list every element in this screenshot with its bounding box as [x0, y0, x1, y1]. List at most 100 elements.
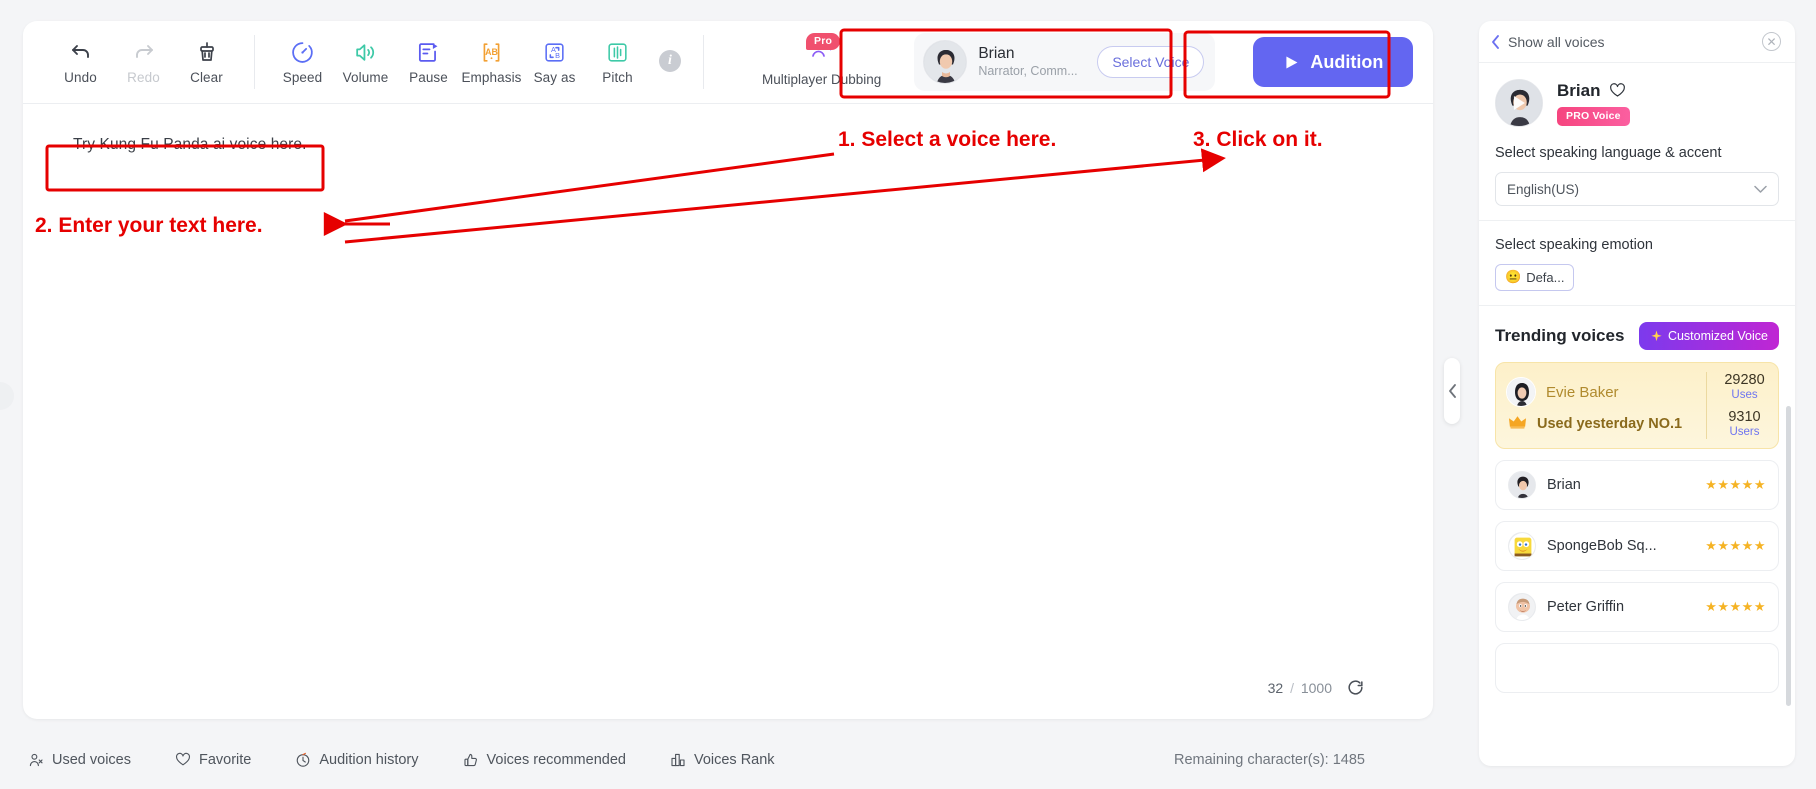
chevron-down-icon — [1754, 185, 1767, 194]
toolbar-say-as[interactable]: A B Say as — [523, 39, 586, 85]
audition-button[interactable]: Audition — [1253, 37, 1414, 87]
char-max: 1000 — [1300, 679, 1332, 696]
trending-title: Trending voices — [1495, 326, 1625, 345]
stat-label: Uses — [1731, 389, 1758, 401]
svg-text:B: B — [555, 51, 560, 60]
heart-icon — [175, 752, 191, 768]
toolbar-divider-2 — [703, 35, 704, 89]
voice-name-row: Brian — [1557, 81, 1630, 101]
emotion-emoji-icon: 😐 — [1505, 269, 1522, 284]
toolbar-undo-label: Undo — [64, 70, 97, 85]
toolbar-pitch-label: Pitch — [602, 70, 633, 85]
stat-number: 9310 — [1728, 409, 1761, 425]
voice-row-left: Peter Griffin — [1508, 593, 1624, 621]
crown-icon — [1506, 414, 1528, 434]
pitch-bars-icon — [605, 39, 630, 65]
top-card-stats: 29280 Uses 9310 Users — [1706, 372, 1768, 439]
panel-scrollbar[interactable] — [1786, 406, 1791, 706]
toolbar-emphasis-label: Emphasis — [461, 70, 522, 85]
avatar — [1508, 593, 1536, 621]
bottom-item-audition-history[interactable]: Audition history — [295, 752, 419, 768]
toolbar-emphasis[interactable]: AB Emphasis — [460, 39, 523, 85]
stat-users: 9310 Users — [1728, 409, 1760, 439]
info-icon[interactable]: i — [659, 50, 681, 72]
toolbar-say-as-label: Say as — [533, 70, 576, 85]
thumbs-up-icon — [463, 752, 479, 768]
character-counter: 32 / 1000 — [1268, 678, 1365, 697]
multiplayer-dubbing-button[interactable]: Pro Multiplayer Dubbing — [762, 33, 882, 87]
language-select[interactable]: English(US) — [1495, 172, 1779, 206]
bottom-item-label: Audition history — [319, 752, 419, 768]
stat-number: 29280 — [1724, 372, 1765, 388]
show-all-voices-button[interactable]: Show all voices — [1491, 34, 1605, 50]
toolbar-pitch[interactable]: Pitch — [586, 39, 649, 85]
editor-toolbar: Undo Redo Clear Speed Volume Pause AB Em… — [23, 21, 1433, 104]
multiplayer-dubbing-label: Multiplayer Dubbing — [762, 72, 882, 87]
heart-outline-icon[interactable] — [1609, 82, 1626, 99]
toolbar-undo[interactable]: Undo — [49, 39, 112, 85]
voice-detail-panel: Show all voices ✕ Brian PRO Voice Select… — [1479, 21, 1795, 766]
language-value: English(US) — [1507, 181, 1580, 197]
toolbar-pause[interactable]: Pause — [397, 39, 460, 85]
app-root: Undo Redo Clear Speed Volume Pause AB Em… — [0, 0, 1816, 789]
left-edge-ghost-button[interactable] — [0, 382, 14, 410]
list-item[interactable]: Brian ★★★★★ — [1495, 460, 1779, 510]
voice-info-section: Brian PRO Voice Select speaking language… — [1479, 63, 1795, 221]
emotion-chip-default[interactable]: 😐 Defa... — [1495, 264, 1575, 291]
bottom-item-used-voices[interactable]: Used voices — [28, 752, 131, 768]
toolbar-clear[interactable]: Clear — [175, 39, 238, 85]
editor-card: Undo Redo Clear Speed Volume Pause AB Em… — [23, 21, 1433, 719]
remaining-characters: Remaining character(s): 1485 — [1173, 752, 1365, 768]
voice-row-left: Brian — [1508, 471, 1581, 499]
list-item[interactable] — [1495, 643, 1779, 693]
emotion-chip-label: Defa... — [1526, 269, 1565, 285]
redo-icon — [132, 39, 156, 65]
pro-badge: Pro — [806, 33, 841, 50]
bottom-item-voices-recommended[interactable]: Voices recommended — [463, 752, 626, 768]
speed-gauge-icon — [290, 39, 315, 65]
rating-stars: ★★★★★ — [1705, 477, 1766, 492]
bottom-bar: Used voices Favorite Audition history Vo… — [0, 731, 1465, 789]
customized-voice-button[interactable]: Customized Voice — [1638, 322, 1779, 350]
emotion-section: Select speaking emotion 😐 Defa... — [1479, 221, 1795, 306]
top-card-subtitle: Used yesterday NO.1 — [1537, 416, 1683, 432]
select-voice-button[interactable]: Select Voice — [1097, 46, 1205, 78]
list-item[interactable]: SpongeBob Sq... ★★★★★ — [1495, 521, 1779, 571]
voice-row-name: Brian — [1547, 477, 1581, 493]
bottom-item-label: Voices recommended — [486, 752, 626, 768]
avatar[interactable] — [1495, 79, 1543, 127]
top-card-name: Evie Baker — [1546, 383, 1619, 401]
pause-insert-icon — [416, 39, 441, 65]
panel-collapse-handle[interactable] — [1444, 358, 1460, 424]
bottom-item-label: Voices Rank — [693, 752, 775, 768]
top-card-subtitle-row: Used yesterday NO.1 — [1506, 414, 1700, 434]
bottom-item-voices-rank[interactable]: Voices Rank — [670, 752, 775, 768]
customized-voice-label: Customized Voice — [1667, 329, 1768, 343]
voice-row-name: Peter Griffin — [1547, 599, 1625, 615]
char-used: 32 — [1267, 679, 1284, 696]
audition-label: Audition — [1310, 51, 1384, 72]
refresh-icon[interactable] — [1346, 678, 1365, 697]
toolbar-volume-label: Volume — [342, 70, 389, 85]
toolbar-speed[interactable]: Speed — [271, 39, 334, 85]
chevron-left-icon — [1448, 384, 1457, 398]
top-card-name-row: Evie Baker — [1506, 377, 1700, 407]
editor-body[interactable]: Try Kung Fu Panda ai voice here. 32 / 10… — [23, 104, 1433, 719]
bottom-item-favorite[interactable]: Favorite — [175, 752, 251, 768]
rating-stars: ★★★★★ — [1705, 599, 1766, 614]
voice-selector[interactable]: Brian Narrator, Comm... Select Voice — [914, 33, 1216, 91]
trending-top-card[interactable]: Evie Baker Used yesterday NO.1 29280 Use… — [1495, 362, 1779, 449]
editor-text[interactable]: Try Kung Fu Panda ai voice here. — [73, 136, 307, 154]
pro-voice-badge: PRO Voice — [1557, 106, 1630, 126]
list-item[interactable]: Peter Griffin ★★★★★ — [1495, 582, 1779, 632]
rank-bars-icon — [670, 752, 686, 768]
toolbar-redo[interactable]: Redo — [112, 39, 175, 85]
avatar — [1508, 532, 1536, 560]
chevron-left-icon — [1491, 34, 1500, 49]
close-icon[interactable]: ✕ — [1762, 32, 1781, 51]
emphasis-ab-icon: AB — [479, 39, 504, 65]
toolbar-clear-label: Clear — [190, 70, 223, 85]
clear-brush-icon — [195, 39, 219, 65]
voice-name: Brian — [978, 45, 1015, 62]
toolbar-volume[interactable]: Volume — [334, 39, 397, 85]
